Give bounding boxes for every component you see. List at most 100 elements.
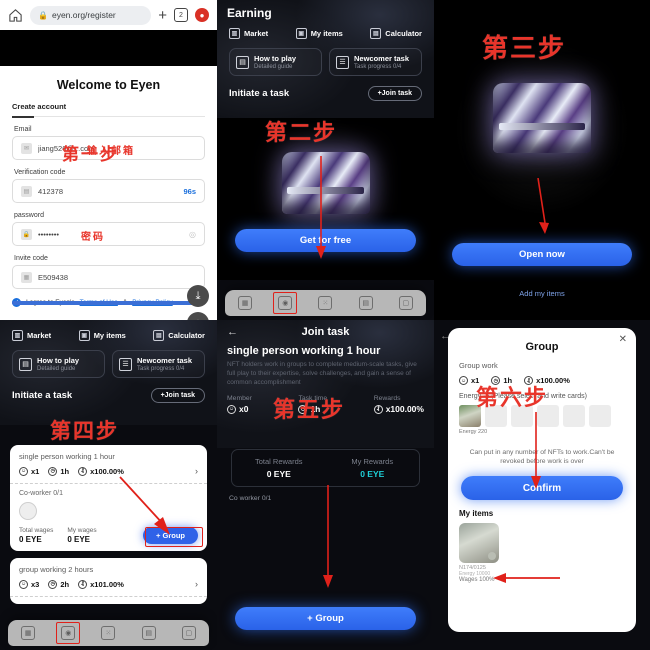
book-icon: ▤ xyxy=(236,55,249,69)
card-how-to-play[interactable]: ▤ How to play Detailed guide xyxy=(229,48,322,76)
globe-icon[interactable]: ⊕ xyxy=(187,312,209,320)
nft-slot-filled[interactable] xyxy=(459,405,481,427)
card-sub: Detailed guide xyxy=(254,64,293,70)
nav-label: Calculator xyxy=(168,331,205,340)
verification-code-input[interactable]: ▤ 412378 96s xyxy=(12,179,205,203)
tabbar-earning-icon[interactable]: ◉ xyxy=(56,622,81,644)
tab-count-button[interactable]: 2 xyxy=(174,8,188,22)
group-button[interactable]: + Group xyxy=(235,607,416,630)
profile-avatar[interactable]: ● xyxy=(195,8,209,22)
eye-icon[interactable]: ◎ xyxy=(189,230,196,239)
list-icon: ☰ xyxy=(119,357,132,371)
initiate-title: Initiate a task xyxy=(12,390,73,401)
back-arrow-icon[interactable]: ← xyxy=(227,326,238,338)
metric-label: Rewards xyxy=(373,395,401,403)
open-now-button[interactable]: Open now xyxy=(452,243,632,266)
treasure-chest-icon xyxy=(493,83,591,154)
register-form: Welcome to Eyen 第一步 Create account Email… xyxy=(0,78,217,320)
earning-title: Earning xyxy=(227,6,272,20)
stat-time: ◷ 1h xyxy=(491,376,512,385)
panel-register: 🔒 eyen.org/register + 2 ● Welcome to Eye… xyxy=(0,0,217,320)
nft-thumbnail[interactable] xyxy=(459,523,499,564)
lock-icon: 🔒 xyxy=(21,228,32,240)
box-icon: ▣ xyxy=(295,28,307,39)
initiate-row: Initiate a task +Join task xyxy=(217,76,434,101)
chevron-right-icon[interactable]: › xyxy=(195,579,198,589)
nav-calculator[interactable]: ▤ Calculator xyxy=(370,28,422,39)
total-wages-value: 0 EYE xyxy=(19,535,42,544)
my-rewards-label: My Rewards xyxy=(351,457,394,467)
task-card[interactable]: group working 2 hours ☺ x3 ◷ 2h ₰ x101.00% … xyxy=(10,558,207,604)
rewards-value: x101.00% xyxy=(90,579,124,589)
tabbar-bag-icon[interactable]: ▤ xyxy=(141,626,156,640)
lock-icon: 🔒 xyxy=(38,10,48,20)
home-icon[interactable] xyxy=(8,8,23,23)
metric-member: Member ☺ x0 xyxy=(227,395,252,414)
card-newcomer-task[interactable]: ☰ Newcomer task Task progress 0/4 xyxy=(112,350,205,378)
page-title: Welcome to Eyen xyxy=(56,78,161,92)
mail-icon: ✉ xyxy=(21,142,32,154)
shield-icon: ▤ xyxy=(21,185,32,197)
tabbar-earning-icon[interactable]: ◉ xyxy=(273,292,298,314)
tabbar-market-icon[interactable]: ▦ xyxy=(21,626,36,640)
resend-countdown[interactable]: 96s xyxy=(183,187,196,196)
initiate-title: Initiate a task xyxy=(229,88,290,99)
metric-task-time: Task time ◷ 1h xyxy=(298,395,327,414)
person-icon: ☺ xyxy=(19,466,28,476)
tabbar-profile-icon[interactable]: ▢ xyxy=(181,626,196,640)
tabbar-profile-icon[interactable]: ▢ xyxy=(398,296,413,310)
total-rewards-value: 0 EYE xyxy=(266,469,291,480)
tabbar-group-icon[interactable]: ⁙ xyxy=(318,296,333,310)
email-input[interactable]: ✉ jiang526@...com 输入邮箱 xyxy=(12,136,205,160)
submit-bar[interactable] xyxy=(12,301,205,305)
person-icon: ☺ xyxy=(459,376,468,385)
chevron-right-icon[interactable]: › xyxy=(195,466,198,476)
close-icon[interactable]: ✕ xyxy=(619,334,627,345)
field-verification: Verification code ▤ 412378 96s xyxy=(12,169,205,203)
clock-icon: ◷ xyxy=(48,466,58,476)
energy-line: Energy -6 (Please select and write cards… xyxy=(459,393,587,400)
panel-task-list: ▥ Market ▣ My items ▤ Calculator ▤ How t… xyxy=(0,320,217,650)
time-value: 2h xyxy=(60,579,70,589)
url-bar[interactable]: 🔒 eyen.org/register xyxy=(30,5,152,25)
nav-calculator[interactable]: ▤ Calculator xyxy=(153,330,205,341)
modal-title: Group xyxy=(525,341,559,353)
task-title: group working 2 hours xyxy=(19,565,94,574)
nft-slot-empty[interactable] xyxy=(563,405,585,427)
join-task-button[interactable]: +Join task xyxy=(367,86,422,101)
nav-label: My items xyxy=(93,331,126,340)
tabbar-group-icon[interactable]: ⁙ xyxy=(101,626,116,640)
nav-market[interactable]: ▥ Market xyxy=(12,330,51,341)
join-task-button[interactable]: +Join task xyxy=(150,388,205,403)
time-value: 1h xyxy=(60,466,70,476)
tabbar-bag-icon[interactable]: ▤ xyxy=(358,296,373,310)
tabbar-market-icon[interactable]: ▦ xyxy=(238,296,253,310)
person-icon: ☺ xyxy=(19,579,28,589)
annotation-arrow xyxy=(537,178,549,234)
password-input[interactable]: 🔒 •••••••• 密码 ◎ xyxy=(12,222,205,246)
nav-my-items[interactable]: ▣ My items xyxy=(295,28,343,39)
download-icon[interactable]: ⤓ xyxy=(187,285,209,307)
initiate-row: Initiate a task +Join task xyxy=(0,378,217,403)
invite-code-input[interactable]: ▦ E509438 xyxy=(12,265,205,289)
add-my-items-link[interactable]: Add my items xyxy=(434,289,650,298)
nft-slot-empty[interactable] xyxy=(485,405,507,427)
my-wages-label: My wages xyxy=(67,527,97,534)
nav-my-items[interactable]: ▣ My items xyxy=(78,330,126,341)
card-newcomer-task[interactable]: ☰ Newcomer task Task progress 0/4 xyxy=(329,48,422,76)
grid-icon: ▦ xyxy=(21,271,32,283)
join-task-header: ← Join task single person working 1 hour… xyxy=(217,320,434,421)
my-wages-value: 0 EYE xyxy=(67,535,91,544)
card-how-to-play[interactable]: ▤ How to play Detailed guide xyxy=(12,350,105,378)
nav-market[interactable]: ▥ Market xyxy=(229,28,268,39)
page-banner xyxy=(0,30,217,66)
field-label: Verification code xyxy=(14,169,66,176)
task-card[interactable]: single person working 1 hour ☺ x1 ◷ 1h ₰ x1… xyxy=(10,445,207,551)
task-time: ◷ 1h xyxy=(48,466,70,476)
total-rewards: Total Rewards 0 EYE xyxy=(232,457,326,479)
password-overlay-cn: 密码 xyxy=(81,232,105,243)
new-tab-button[interactable]: + xyxy=(158,8,167,23)
nft-slot-empty[interactable] xyxy=(589,405,611,427)
nav-label: My items xyxy=(310,29,343,38)
tab-create-account[interactable]: Create account xyxy=(12,102,205,118)
